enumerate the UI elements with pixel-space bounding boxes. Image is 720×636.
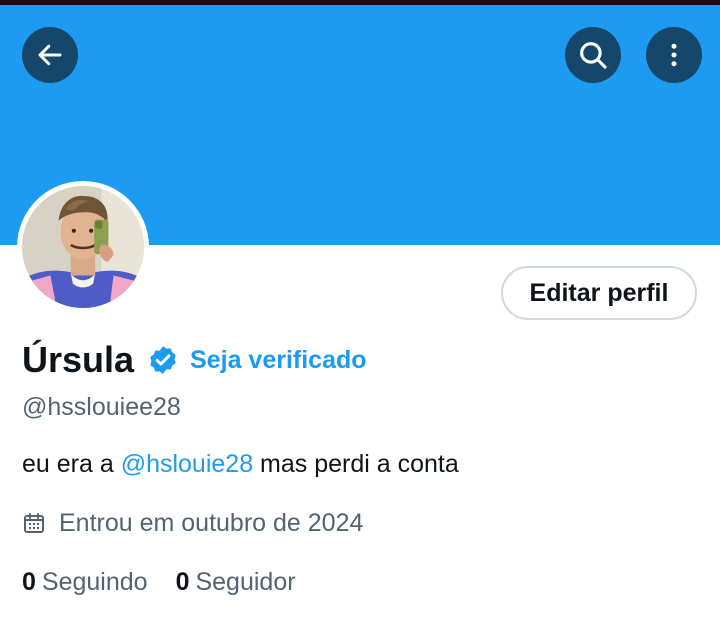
following-label: Seguindo: [41, 567, 148, 596]
more-vertical-icon: [671, 43, 677, 67]
profile-screen: Editar perfil Úrsula Seja verificado @hs…: [0, 0, 720, 636]
more-options-button[interactable]: [646, 27, 702, 83]
bio-mention-link[interactable]: @hslouie28: [121, 450, 253, 478]
bio-suffix: mas perdi a conta: [253, 450, 459, 478]
edit-profile-button[interactable]: Editar perfil: [501, 266, 697, 320]
avatar-image: [22, 186, 144, 308]
search-button[interactable]: [565, 27, 621, 83]
search-icon: [580, 42, 607, 69]
back-button[interactable]: [22, 27, 78, 83]
arrow-left-icon: [38, 44, 62, 66]
joined-date-text: Entrou em outubro de 2024: [59, 508, 364, 537]
profile-bio: eu era a @hslouie28 mas perdi a conta: [22, 450, 459, 479]
name-row: Úrsula Seja verificado: [22, 336, 367, 384]
calendar-icon: [24, 513, 44, 533]
following-count: 0: [22, 567, 36, 596]
verified-badge-icon[interactable]: [147, 344, 179, 376]
profile-handle: @hsslouiee28: [22, 393, 181, 421]
bio-prefix: eu era a: [22, 450, 121, 478]
following-link[interactable]: 0 Seguindo: [22, 568, 148, 597]
display-name: Úrsula: [22, 339, 135, 380]
followers-count: 0: [175, 567, 190, 596]
joined-date-row: Entrou em outubro de 2024: [22, 506, 363, 540]
avatar[interactable]: [17, 181, 149, 313]
followers-link[interactable]: 0 Seguidor: [176, 568, 296, 597]
follow-stats: 0 Seguindo 0 Seguidor: [22, 565, 296, 599]
get-verified-link[interactable]: Seja verificado: [190, 346, 366, 375]
followers-label: Seguidor: [195, 567, 296, 596]
